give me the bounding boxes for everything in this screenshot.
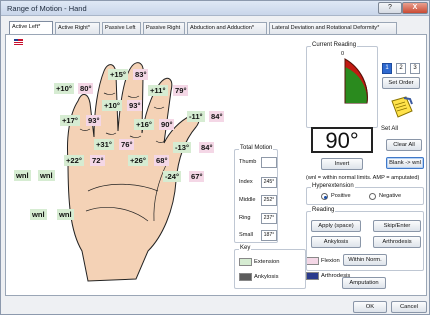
ring-mcp-extension[interactable]: +26° — [128, 155, 148, 166]
angle-gauge — [344, 58, 368, 104]
middle-mcp-extension[interactable]: +16° — [134, 119, 154, 130]
arthrodesis-swatch — [306, 272, 319, 280]
invert-button[interactable]: Invert — [321, 158, 363, 170]
hyperextension-group: Hyperextension Positive Negative — [306, 183, 424, 205]
tab-abduction-adduction[interactable]: Abduction and Adduction* — [187, 22, 267, 34]
wnl-note: (wnl = within normal limits. AMP = amput… — [306, 175, 420, 181]
range-of-motion-window: Range of Motion - Hand ? X Active Left* … — [0, 0, 430, 315]
tab-passive-right[interactable]: Passive Right — [143, 22, 185, 34]
ring-mcp-flexion[interactable]: 68° — [154, 155, 170, 166]
ring-label: Ring — [239, 215, 251, 221]
window-title: Range of Motion - Hand — [7, 4, 87, 13]
tab-active-left[interactable]: Active Left* — [9, 21, 53, 34]
apply-button[interactable]: Apply (space) — [311, 220, 361, 232]
thumb-dip-wnl-2[interactable]: wnl — [38, 170, 55, 181]
reading-group: Reading Apply (space) Skip/Enter Ankylos… — [306, 207, 424, 271]
middle-total: 252° — [261, 195, 277, 206]
small-mcp-extension[interactable]: -13° — [173, 142, 192, 153]
key-group: Key Extension Ankylosis — [234, 245, 306, 289]
small-pip-flexion[interactable]: 84° — [209, 111, 225, 122]
hyperextension-legend: Hyperextension — [311, 183, 355, 189]
thumb-ip-flexion[interactable]: 72° — [90, 155, 106, 166]
cancel-button[interactable]: Cancel — [391, 301, 427, 313]
active-left-panel: +10° 80° +15° 83° +11° 79° +10° 93° +17°… — [5, 34, 427, 296]
set-order-button[interactable]: Set Order — [382, 77, 420, 89]
extension-swatch — [239, 258, 252, 266]
index-mcp-extension[interactable]: +31° — [94, 139, 114, 150]
within-norm-button[interactable]: Within Norm. — [343, 254, 387, 266]
tab-lateral-deviation[interactable]: Lateral Deviation and Rotational Deformi… — [269, 22, 397, 34]
tab-active-right[interactable]: Active Right* — [55, 22, 100, 34]
ankylosis-key-label: Ankylosis — [254, 274, 279, 280]
skip-enter-button[interactable]: Skip/Enter — [373, 220, 421, 232]
key-legend: Key — [239, 245, 252, 251]
clear-all-button[interactable]: Clear All — [386, 139, 422, 151]
set-all-legend: Set All — [380, 126, 400, 132]
title-bar: Range of Motion - Hand ? X — [1, 1, 429, 16]
middle-pip-flexion[interactable]: 93° — [127, 100, 143, 111]
thumb-dip-wnl[interactable]: wnl — [14, 170, 31, 181]
note-icon[interactable] — [390, 95, 414, 119]
positive-radio[interactable] — [321, 193, 328, 200]
small-dip-extension[interactable]: -24° — [163, 171, 182, 182]
order-3-button[interactable]: 3 — [410, 63, 420, 74]
index-pip-flexion[interactable]: 93° — [86, 115, 102, 126]
blank-to-wnl-button[interactable]: Blank -> wnl — [386, 157, 424, 169]
current-reading-value: 90° — [311, 127, 373, 153]
negative-label[interactable]: Negative — [379, 193, 401, 199]
ankylosis-swatch — [239, 273, 252, 281]
small-dip-flexion[interactable]: 67° — [189, 171, 205, 182]
ring-dip-extension[interactable]: +11° — [148, 85, 168, 96]
small-total: 187° — [261, 230, 277, 241]
index-mcp-flexion[interactable]: 76° — [119, 139, 135, 150]
index-total: 245° — [261, 177, 277, 188]
middle-label: Middle — [239, 197, 256, 203]
arthrodesis-button[interactable]: Arthrodesis — [373, 236, 421, 248]
amputation-button[interactable]: Amputation — [342, 277, 386, 289]
small-mcp-flexion[interactable]: 84° — [199, 142, 215, 153]
thumb-mcp-wnl-2[interactable]: wnl — [57, 209, 74, 220]
ring-total: 237° — [261, 213, 277, 224]
index-pip-extension[interactable]: +17° — [60, 115, 80, 126]
small-pip-extension[interactable]: -11° — [187, 111, 205, 122]
current-reading-legend: Current Reading — [311, 42, 358, 48]
index-dip-flexion[interactable]: 80° — [78, 83, 94, 94]
extension-key-label: Extension — [254, 259, 280, 265]
order-2-button[interactable]: 2 — [396, 63, 406, 74]
middle-dip-extension[interactable]: +15° — [108, 69, 128, 80]
dialog-footer: OK Cancel — [1, 299, 429, 315]
middle-pip-extension[interactable]: +10° — [102, 100, 122, 111]
reading-legend: Reading — [311, 207, 336, 213]
negative-radio[interactable] — [369, 193, 376, 200]
middle-mcp-flexion[interactable]: 90° — [159, 119, 175, 130]
help-button[interactable]: ? — [378, 2, 402, 14]
small-label: Small — [239, 232, 253, 238]
positive-label[interactable]: Positive — [331, 193, 351, 199]
total-motion-legend: Total Motion — [239, 145, 274, 151]
close-button[interactable]: X — [402, 2, 428, 14]
thumb-label: Thumb — [239, 159, 257, 165]
middle-dip-flexion[interactable]: 83° — [133, 69, 149, 80]
tab-passive-left[interactable]: Passive Left — [102, 22, 141, 34]
current-reading-group: Current Reading 0 — [306, 42, 378, 128]
order-1-button[interactable]: 1 — [382, 63, 392, 74]
index-dip-extension[interactable]: +10° — [54, 83, 74, 94]
ring-dip-flexion[interactable]: 79° — [173, 85, 189, 96]
ok-button[interactable]: OK — [353, 301, 387, 313]
total-motion-group: Total Motion Thumb Index 245° Middle 252… — [234, 145, 278, 243]
ankylosis-button[interactable]: Ankylosis — [311, 236, 361, 248]
thumb-mcp-wnl[interactable]: wnl — [30, 209, 47, 220]
thumb-ip-extension[interactable]: +22° — [64, 155, 84, 166]
index-label: Index — [239, 179, 253, 185]
thumb-total — [261, 157, 277, 168]
